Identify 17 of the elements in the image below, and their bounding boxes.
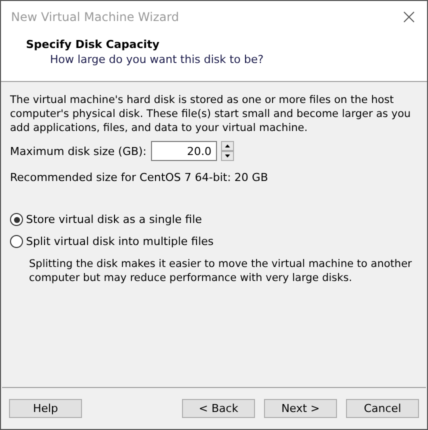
option-description: Splitting the disk makes it easier to move the virtual machine to another computer but may reduce performance with very large disks. — [29, 257, 413, 285]
wizard-button[interactable]: Next > — [264, 399, 337, 418]
help-button[interactable]: Help — [9, 399, 82, 418]
page-title: Specify Disk Capacity — [26, 38, 160, 51]
intro-text: The virtual machine's hard disk is stored as one or more files on the host computer's physical disk. These file(s) start small and become larger as you add applications, files, and data to your virtual machine. — [10, 93, 412, 135]
wizard-button[interactable]: Cancel — [346, 399, 419, 418]
disk-size-field[interactable]: 20.0 — [150, 141, 217, 161]
close-icon[interactable] — [403, 10, 415, 22]
recommended-size-text: Recommended size for CentOS 7 64-bit: 20 GB — [10, 171, 269, 184]
radio-option[interactable]: Store virtual disk as a single file — [10, 213, 202, 226]
wizard-button[interactable]: < Back — [182, 399, 255, 418]
radio-option[interactable]: Split virtual disk into multiple files — [10, 235, 214, 248]
disk-size-label: Maximum disk size (GB): — [10, 144, 147, 158]
spin-down-icon[interactable] — [220, 151, 234, 161]
spin-up-icon[interactable] — [220, 141, 234, 151]
window-title: New Virtual Machine Wizard — [11, 10, 179, 24]
page-subtitle: How large do you want this disk to be? — [49, 53, 265, 66]
